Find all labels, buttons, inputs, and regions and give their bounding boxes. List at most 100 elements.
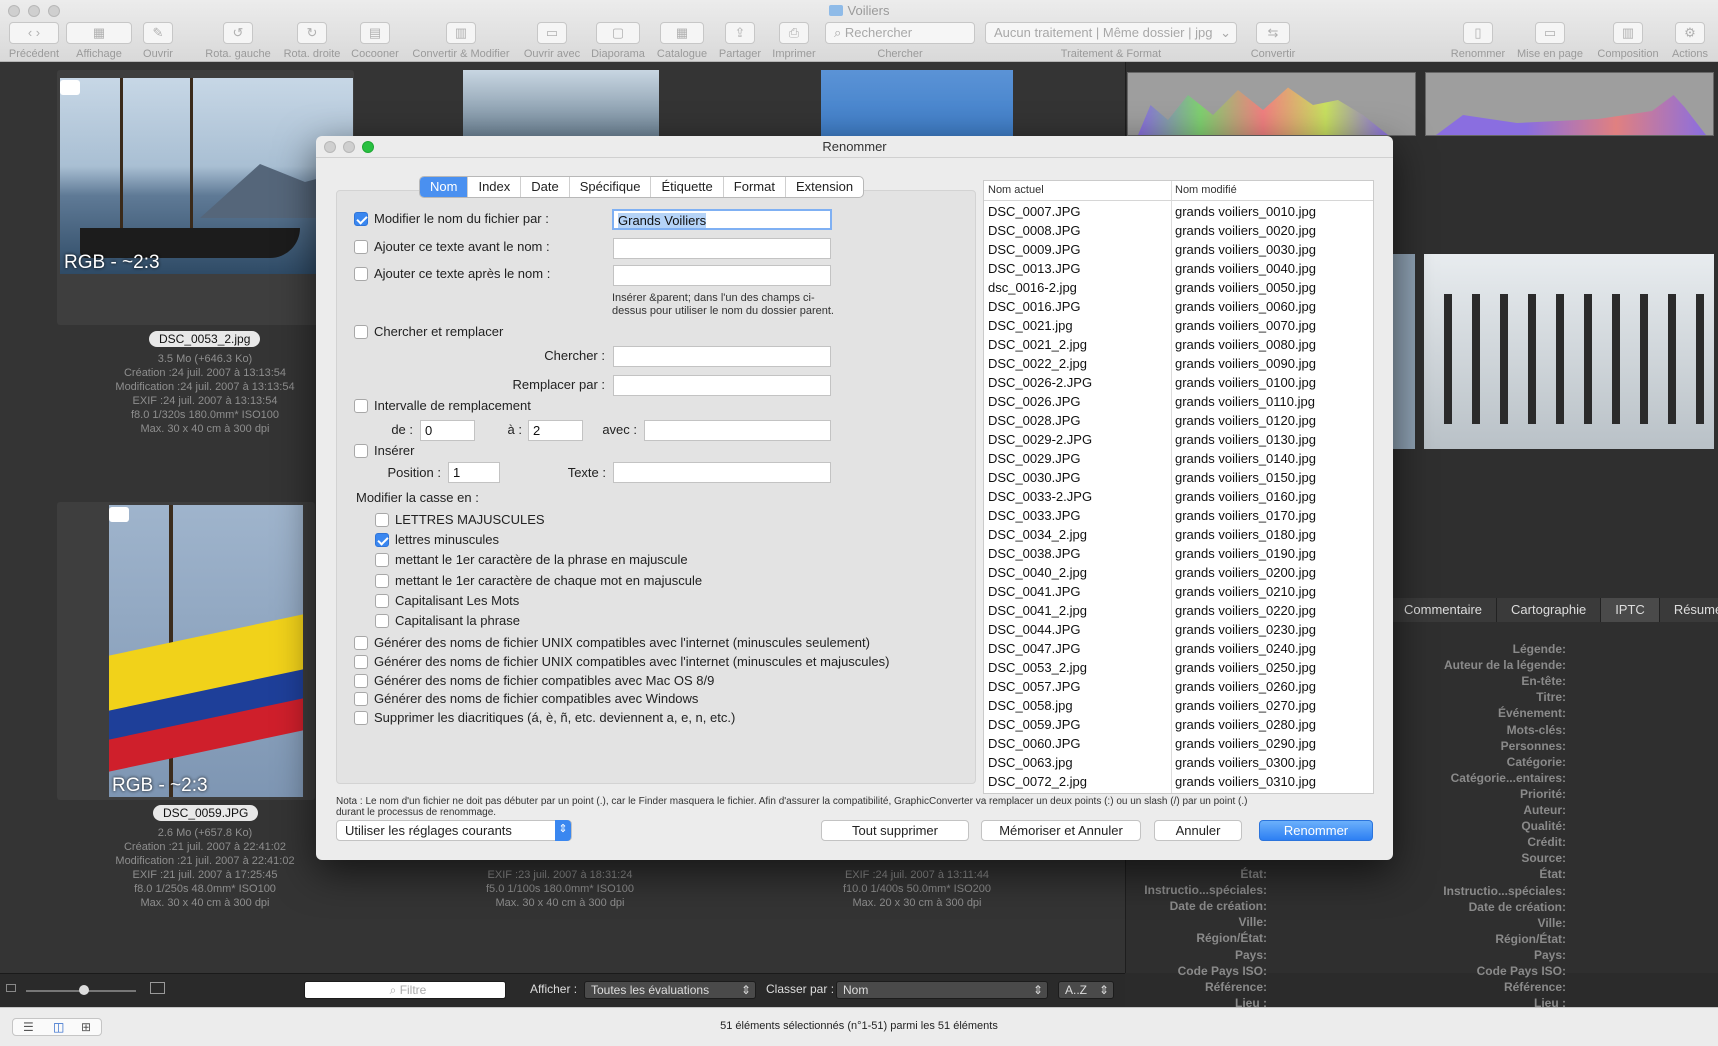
suffix-checkbox[interactable] bbox=[354, 267, 368, 281]
table-row[interactable]: DSC_0053_2.jpg grands voiliers_0250.jpg bbox=[984, 658, 1373, 677]
table-row[interactable]: DSC_0033.JPG grands voiliers_0170.jpg bbox=[984, 506, 1373, 525]
toolbar-catalog[interactable]: ▦ Catalogue bbox=[654, 22, 710, 60]
search-replace-checkbox[interactable] bbox=[354, 325, 368, 339]
compat-option-checkbox[interactable] bbox=[354, 711, 368, 726]
tab-comment[interactable]: Commentaire bbox=[1390, 598, 1498, 622]
prefix-input[interactable] bbox=[613, 238, 831, 259]
dialog-close-button[interactable] bbox=[324, 141, 336, 153]
table-row[interactable]: DSC_0044.JPG grands voiliers_0230.jpg bbox=[984, 620, 1373, 639]
table-row[interactable]: DSC_0058.jpg grands voiliers_0270.jpg bbox=[984, 696, 1373, 715]
suffix-input[interactable] bbox=[613, 265, 831, 286]
compat-option-checkbox[interactable] bbox=[354, 673, 368, 688]
case-option-checkbox[interactable] bbox=[375, 513, 389, 527]
table-row[interactable]: DSC_0013.JPG grands voiliers_0040.jpg bbox=[984, 259, 1373, 278]
toolbar-open[interactable]: ✎ Ouvrir bbox=[140, 22, 176, 60]
table-row[interactable]: DSC_0033-2.JPG grands voiliers_0160.jpg bbox=[984, 487, 1373, 506]
tab-label[interactable]: Étiquette bbox=[651, 177, 724, 197]
zoom-slider-thumb[interactable] bbox=[79, 985, 89, 995]
table-row[interactable]: DSC_0057.JPG grands voiliers_0260.jpg bbox=[984, 677, 1373, 696]
table-row[interactable]: DSC_0009.JPG grands voiliers_0030.jpg bbox=[984, 240, 1373, 259]
case-option-checkbox[interactable] bbox=[375, 573, 389, 588]
tab-format[interactable]: Format bbox=[724, 177, 786, 197]
filter-input[interactable]: ⌕ Filtre bbox=[304, 981, 506, 999]
dialog-zoom-button[interactable] bbox=[362, 141, 374, 153]
toolbar-slideshow[interactable]: ▢ Diaporama bbox=[588, 22, 648, 60]
table-row[interactable]: DSC_0029.JPG grands voiliers_0140.jpg bbox=[984, 449, 1373, 468]
column-new-name[interactable]: Nom modifié bbox=[1175, 184, 1237, 196]
toolbar-rotate-left[interactable]: ↺ Rota. gauche bbox=[200, 22, 276, 60]
table-row[interactable]: dsc_0016-2.jpg grands voiliers_0050.jpg bbox=[984, 278, 1373, 297]
prefix-checkbox[interactable] bbox=[354, 240, 368, 254]
table-row[interactable]: DSC_0047.JPG grands voiliers_0240.jpg bbox=[984, 639, 1373, 658]
rename-button[interactable]: Renommer bbox=[1259, 820, 1373, 841]
toolbar-view[interactable]: ▦ Affichage bbox=[66, 22, 132, 60]
toolbar-convert-modify[interactable]: ▥ Convertir & Modifier bbox=[408, 22, 514, 60]
table-row[interactable]: DSC_0038.JPG grands voiliers_0190.jpg bbox=[984, 544, 1373, 563]
table-row[interactable]: DSC_0016.JPG grands voiliers_0060.jpg bbox=[984, 297, 1373, 316]
table-row[interactable]: DSC_0021_2.jpg grands voiliers_0080.jpg bbox=[984, 335, 1373, 354]
tab-index[interactable]: Index bbox=[468, 177, 522, 197]
toolbar-layout[interactable]: ▭ Mise en page bbox=[1514, 22, 1586, 60]
table-row[interactable]: DSC_0060.JPG grands voiliers_0290.jpg bbox=[984, 734, 1373, 753]
table-row[interactable]: DSC_0021.jpg grands voiliers_0070.jpg bbox=[984, 316, 1373, 335]
table-row[interactable]: DSC_0028.JPG grands voiliers_0120.jpg bbox=[984, 411, 1373, 430]
tab-summary[interactable]: Résumé bbox=[1659, 598, 1718, 622]
insert-checkbox[interactable] bbox=[354, 444, 368, 458]
toolbar-actions[interactable]: ⚙ Actions bbox=[1668, 22, 1712, 60]
tab-name[interactable]: Nom bbox=[420, 177, 469, 197]
table-row[interactable]: DSC_0007.JPG grands voiliers_0010.jpg bbox=[984, 202, 1373, 221]
dialog-minimize-button[interactable] bbox=[343, 141, 355, 153]
table-row[interactable]: DSC_0030.JPG grands voiliers_0150.jpg bbox=[984, 468, 1373, 487]
tab-iptc[interactable]: IPTC bbox=[1601, 598, 1660, 622]
case-option-checkbox[interactable] bbox=[375, 593, 389, 608]
thumbnail-image[interactable] bbox=[60, 78, 353, 274]
toolbar-rotate-right[interactable]: ↻ Rota. droite bbox=[279, 22, 345, 60]
table-row[interactable]: DSC_0022_2.jpg grands voiliers_0090.jpg bbox=[984, 354, 1373, 373]
modify-name-checkbox[interactable] bbox=[354, 212, 368, 226]
table-row[interactable]: DSC_0026.JPG grands voiliers_0110.jpg bbox=[984, 392, 1373, 411]
case-option-checkbox[interactable] bbox=[375, 614, 389, 628]
table-row[interactable]: DSC_0059.JPG grands voiliers_0280.jpg bbox=[984, 715, 1373, 734]
toolbar-previous[interactable]: ‹ › Précédent bbox=[8, 22, 60, 60]
rename-preview-list[interactable]: Nom actuel Nom modifié DSC_0007.JPG grand… bbox=[983, 180, 1374, 794]
settings-select[interactable]: Utiliser les réglages courants ⇕ bbox=[336, 820, 572, 841]
search-input[interactable] bbox=[613, 346, 831, 367]
from-input[interactable]: 0 bbox=[420, 420, 475, 441]
toolbar-composition[interactable]: ▥ Composition bbox=[1593, 22, 1663, 60]
thumbnail-image[interactable] bbox=[109, 505, 303, 797]
thumbnail-filename[interactable]: DSC_0059.JPG bbox=[153, 805, 259, 821]
sort-select[interactable]: Nom ⇕ bbox=[836, 981, 1048, 999]
interval-checkbox[interactable] bbox=[354, 399, 368, 413]
process-format-select[interactable]: Aucun traitement | Même dossier | jpg ⌄ bbox=[985, 22, 1237, 44]
compat-option-checkbox[interactable] bbox=[354, 692, 368, 707]
tab-specific[interactable]: Spécifique bbox=[570, 177, 652, 197]
compat-option-checkbox[interactable] bbox=[354, 654, 368, 669]
thumbnail-filename[interactable]: DSC_0053_2.jpg bbox=[149, 331, 261, 347]
replace-input[interactable] bbox=[613, 375, 831, 396]
case-option-checkbox[interactable] bbox=[375, 533, 389, 548]
with-input[interactable] bbox=[644, 420, 831, 441]
toolbar-print[interactable]: ⎙ Imprimer bbox=[769, 22, 819, 60]
new-name-input[interactable]: Grands Voiliers bbox=[612, 209, 832, 230]
case-option-checkbox[interactable] bbox=[375, 553, 389, 568]
sort-order-select[interactable]: A..Z ⇕ bbox=[1058, 981, 1114, 999]
table-row[interactable]: DSC_0072_2.jpg grands voiliers_0310.jpg bbox=[984, 772, 1373, 791]
table-row[interactable]: DSC_0008.JPG grands voiliers_0020.jpg bbox=[984, 221, 1373, 240]
table-row[interactable]: DSC_0029-2.JPG grands voiliers_0130.jpg bbox=[984, 430, 1373, 449]
cancel-button[interactable]: Annuler bbox=[1154, 820, 1242, 841]
tab-extension[interactable]: Extension bbox=[786, 177, 863, 197]
toolbar-share[interactable]: ⇪ Partager bbox=[715, 22, 765, 60]
toolbar-convert[interactable]: ⇆ Convertir bbox=[1243, 22, 1303, 60]
table-row[interactable]: DSC_0041.JPG grands voiliers_0210.jpg bbox=[984, 582, 1373, 601]
compat-option-checkbox[interactable] bbox=[354, 636, 368, 650]
table-row[interactable]: DSC_0063.jpg grands voiliers_0300.jpg bbox=[984, 753, 1373, 772]
tab-mapping[interactable]: Cartographie bbox=[1497, 598, 1602, 622]
save-cancel-button[interactable]: Mémoriser et Annuler bbox=[981, 820, 1141, 841]
table-row[interactable]: DSC_0040_2.jpg grands voiliers_0200.jpg bbox=[984, 563, 1373, 582]
toolbar-cocooner[interactable]: ▤ Cocooner bbox=[348, 22, 402, 60]
rating-filter-select[interactable]: Toutes les évaluations ⇕ bbox=[584, 981, 756, 999]
toolbar-rename[interactable]: ▯ Renommer bbox=[1450, 22, 1506, 60]
position-input[interactable]: 1 bbox=[448, 462, 500, 483]
toolbar-open-with[interactable]: ▭ Ouvrir avec bbox=[521, 22, 583, 60]
table-row[interactable]: DSC_0034_2.jpg grands voiliers_0180.jpg bbox=[984, 525, 1373, 544]
